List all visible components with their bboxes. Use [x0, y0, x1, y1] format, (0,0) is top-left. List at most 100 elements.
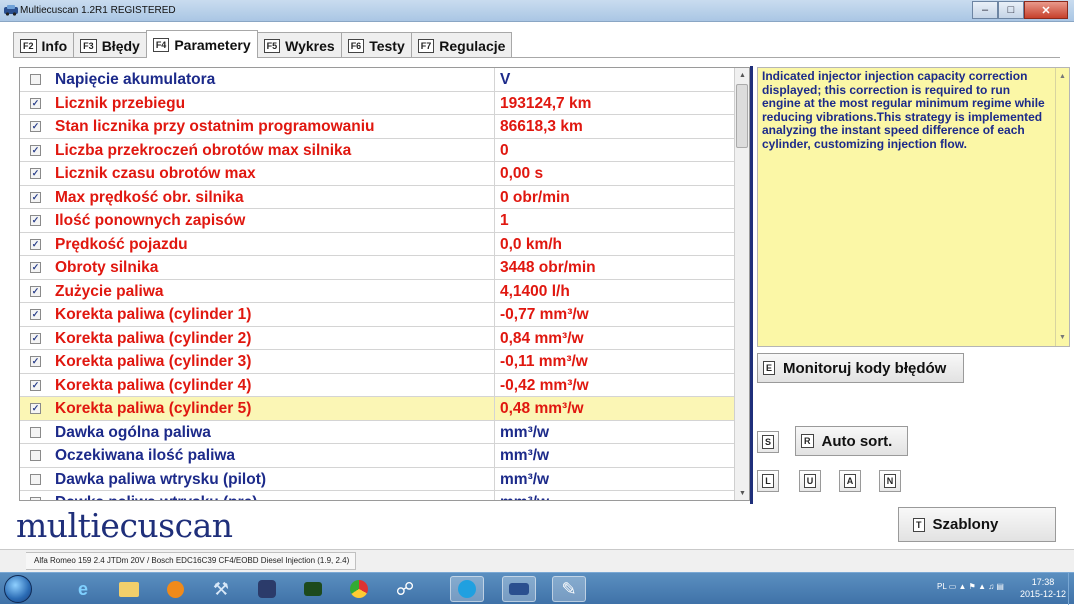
chrome-icon[interactable]: [342, 576, 376, 602]
scroll-down-icon[interactable]: ▼: [1059, 331, 1066, 345]
s-button[interactable]: S: [757, 431, 779, 453]
description-scrollbar[interactable]: ▲ ▼: [1055, 68, 1069, 346]
parameter-value: -0,42 mm³/w: [500, 376, 589, 394]
minimize-button[interactable]: –: [972, 1, 998, 19]
parameter-checkbox[interactable]: ✓: [30, 332, 41, 344]
templates-button[interactable]: T Szablony: [898, 507, 1056, 542]
parameter-row[interactable]: Napięcie akumulatora V: [20, 68, 736, 92]
parameter-row[interactable]: ✓ Ilość ponownych zapisów 1: [20, 209, 736, 233]
multiecuscan-taskbar-icon[interactable]: [502, 576, 536, 602]
parameter-row[interactable]: ✓ Stan licznika przy ostatnim programowan…: [20, 115, 736, 139]
scroll-down-icon[interactable]: ▼: [735, 486, 749, 500]
tab-regulacje[interactable]: F7 Regulacje: [410, 32, 513, 58]
parameter-checkbox[interactable]: ✓: [30, 97, 41, 109]
scroll-up-icon[interactable]: ▲: [1059, 70, 1066, 84]
shortcut-key: R: [801, 434, 814, 448]
close-button[interactable]: ✕: [1024, 1, 1068, 19]
parameter-row[interactable]: Dawka ogólna paliwa mm³/w: [20, 420, 736, 444]
logo-text: multiecuscan: [16, 506, 233, 545]
network-icon[interactable]: ☍: [388, 576, 422, 602]
parameter-row[interactable]: ✓ Prędkość pojazdu 0,0 km/h: [20, 232, 736, 256]
ie-icon[interactable]: e: [66, 576, 100, 602]
tab-info[interactable]: F2 Info: [13, 32, 75, 58]
paint-icon[interactable]: ✎: [552, 576, 586, 602]
parameter-checkbox[interactable]: ✓: [30, 238, 41, 250]
parameter-row[interactable]: ✓ Obroty silnika 3448 obr/min: [20, 256, 736, 280]
parameter-name: Obroty silnika: [55, 259, 159, 276]
taskbar: e ⚒ ☍ ✎ PL ▭ ▲ ⚑ ▲ ♫ ▤ 17:38 2015-12-12: [0, 572, 1074, 605]
parameter-row[interactable]: ✓ Korekta paliwa (cylinder 1) -0,77 mm³/w: [20, 303, 736, 327]
shortcut-key: F7: [417, 38, 435, 53]
skype-icon[interactable]: [450, 576, 484, 602]
tab-wykres[interactable]: F5 Wykres: [256, 32, 342, 58]
panel-divider[interactable]: [750, 66, 753, 504]
parameter-checkbox[interactable]: ✓: [30, 309, 41, 320]
start-button[interactable]: [4, 575, 32, 603]
tab-testy[interactable]: F6 Testy: [340, 32, 412, 58]
parameter-checkbox[interactable]: ✓: [30, 356, 41, 367]
language-indicator[interactable]: PL: [937, 582, 947, 591]
shortcut-key: F4: [152, 37, 170, 52]
parameter-row[interactable]: Dawka paliwa wtrysku (pilot) mm³/w: [20, 467, 736, 491]
monitor-error-codes-button[interactable]: E Monitoruj kody błędów: [757, 353, 964, 383]
parameter-checkbox[interactable]: [30, 450, 41, 461]
parameter-name: Dawka ogólna paliwa: [55, 423, 211, 441]
parameter-row[interactable]: ✓ Licznik przebiegu 193124,7 km: [20, 91, 736, 115]
show-desktop-button[interactable]: [1068, 573, 1074, 605]
parameter-checkbox[interactable]: ✓: [30, 215, 41, 226]
u-button[interactable]: U: [799, 470, 821, 492]
parameter-row[interactable]: Oczekiwana ilość paliwa mm³/w: [20, 444, 736, 468]
scroll-thumb[interactable]: [736, 84, 748, 148]
parameter-value: mm³/w: [500, 423, 550, 441]
parameter-name: Licznik przebiegu: [55, 94, 186, 112]
parameter-row[interactable]: ✓ Korekta paliwa (cylinder 2) 0,84 mm³/w: [20, 326, 736, 350]
parameter-row[interactable]: ✓ Liczba przekroczeń obrotów max silnika 0: [20, 138, 736, 162]
n-button[interactable]: N: [879, 470, 901, 492]
parameter-checkbox[interactable]: [30, 497, 41, 500]
parameter-row[interactable]: ✓ Max prędkość obr. silnika 0 obr/min: [20, 185, 736, 209]
column-separator: [494, 162, 495, 185]
parameters-scrollbar[interactable]: ▲ ▼: [734, 68, 749, 500]
parameters-table[interactable]: Napięcie akumulatora V ✓ Licznik przebiegu 1…: [19, 67, 750, 501]
media-player-icon[interactable]: [158, 576, 192, 602]
folder-icon[interactable]: [112, 576, 146, 602]
parameter-checkbox[interactable]: ✓: [30, 379, 41, 391]
a-button[interactable]: A: [839, 470, 861, 492]
tab-parametery[interactable]: F4 Parametery: [145, 30, 258, 58]
maximize-icon: □: [1007, 4, 1015, 16]
parameter-checkbox[interactable]: [30, 74, 41, 85]
parameter-checkbox[interactable]: ✓: [30, 144, 41, 156]
auto-sort-button[interactable]: R Auto sort.: [795, 426, 908, 456]
column-separator: [494, 326, 495, 350]
parameter-value: 0: [500, 141, 509, 159]
app-icon[interactable]: [250, 576, 284, 602]
clock[interactable]: 17:38 2015-12-12: [1020, 576, 1066, 600]
tab-bar: F2 Info F3 Błędy F4 Parametery F5 Wykres F6 T…: [13, 30, 513, 58]
parameter-row[interactable]: ✓ Licznik czasu obrotów max 0,00 s: [20, 162, 736, 186]
parameter-checkbox[interactable]: ✓: [30, 285, 41, 297]
parameter-row[interactable]: ✓ Korekta paliwa (cylinder 5) 0,48 mm³/w: [20, 397, 736, 421]
parameter-value: 0,48 mm³/w: [500, 400, 584, 417]
parameter-row[interactable]: ✓ Korekta paliwa (cylinder 4) -0,42 mm³/w: [20, 373, 736, 397]
maximize-button[interactable]: □: [998, 1, 1024, 19]
parameter-checkbox[interactable]: ✓: [30, 191, 41, 203]
parameter-row[interactable]: Dawka paliwa wtrysku (pre) mm³/w: [20, 491, 736, 500]
parameter-row[interactable]: ✓ Zużycie paliwa 4,1400 l/h: [20, 279, 736, 303]
parameter-checkbox[interactable]: [30, 426, 41, 438]
tab-label: Wykres: [285, 37, 335, 54]
car-tool-icon[interactable]: [296, 576, 330, 602]
clock-date: 2015-12-12: [1019, 589, 1066, 599]
parameter-checkbox[interactable]: ✓: [30, 121, 41, 132]
parameter-checkbox[interactable]: ✓: [30, 403, 41, 414]
parameter-checkbox[interactable]: [30, 473, 41, 485]
tab-bledy[interactable]: F3 Błędy: [73, 32, 147, 58]
column-separator: [494, 444, 495, 467]
column-separator: [494, 397, 495, 420]
scroll-up-icon[interactable]: ▲: [735, 68, 749, 82]
l-button[interactable]: L: [757, 470, 779, 492]
parameter-checkbox[interactable]: ✓: [30, 168, 41, 179]
parameter-value: 0,84 mm³/w: [500, 329, 584, 347]
parameter-row[interactable]: ✓ Korekta paliwa (cylinder 3) -0,11 mm³/w: [20, 350, 736, 374]
tool-icon[interactable]: ⚒: [204, 576, 238, 602]
parameter-checkbox[interactable]: ✓: [30, 262, 41, 273]
